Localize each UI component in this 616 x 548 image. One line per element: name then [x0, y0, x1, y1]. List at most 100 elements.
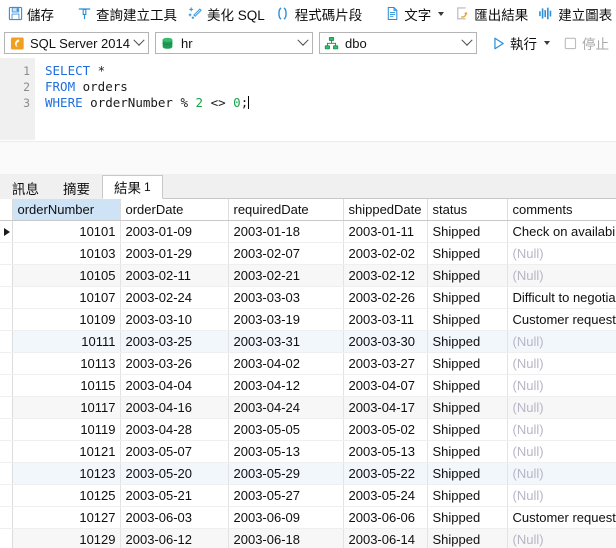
database-dropdown-icon[interactable] [294, 33, 312, 53]
code-line[interactable]: SELECT * [45, 63, 616, 79]
cell-status[interactable]: Shipped [427, 264, 508, 287]
cell-requiredDate[interactable]: 2003-05-05 [228, 418, 344, 441]
cell-requiredDate[interactable]: 2003-04-24 [228, 396, 344, 419]
row-selector-cell[interactable] [0, 396, 13, 419]
export-result-button[interactable]: 匯出結果 [449, 2, 533, 26]
column-header-comments[interactable]: comments [507, 199, 616, 221]
column-header-status[interactable]: status [427, 199, 508, 221]
cell-orderNumber[interactable]: 10109 [12, 308, 121, 331]
cell-requiredDate[interactable]: 2003-05-29 [228, 462, 344, 485]
schema-dropdown-icon[interactable] [458, 33, 476, 53]
cell-comments[interactable]: Customer requeste [507, 308, 616, 331]
cell-comments[interactable]: (Null) [507, 374, 616, 397]
cell-status[interactable]: Shipped [427, 308, 508, 331]
cell-orderNumber[interactable]: 10115 [12, 374, 121, 397]
run-chevron-down-icon[interactable] [544, 41, 550, 45]
tab-summary[interactable]: 摘要 [51, 175, 102, 199]
column-header-shippedDate[interactable]: shippedDate [343, 199, 428, 221]
cell-orderDate[interactable]: 2003-03-26 [120, 352, 229, 375]
cell-orderNumber[interactable]: 10125 [12, 484, 121, 507]
column-header-orderNumber[interactable]: orderNumber [12, 199, 121, 221]
cell-orderNumber[interactable]: 10121 [12, 440, 121, 463]
text-format-button[interactable]: 文字 [379, 2, 449, 26]
cell-orderNumber[interactable]: 10101 [12, 220, 121, 243]
cell-status[interactable]: Shipped [427, 286, 508, 309]
cell-comments[interactable]: Customer requeste [507, 506, 616, 529]
cell-orderNumber[interactable]: 10105 [12, 264, 121, 287]
cell-requiredDate[interactable]: 2003-05-13 [228, 440, 344, 463]
cell-status[interactable]: Shipped [427, 418, 508, 441]
cell-orderDate[interactable]: 2003-02-24 [120, 286, 229, 309]
cell-orderDate[interactable]: 2003-06-03 [120, 506, 229, 529]
cell-shippedDate[interactable]: 2003-05-02 [343, 418, 428, 441]
cell-shippedDate[interactable]: 2003-03-27 [343, 352, 428, 375]
cell-comments[interactable]: (Null) [507, 484, 616, 507]
cell-requiredDate[interactable]: 2003-05-27 [228, 484, 344, 507]
cell-status[interactable]: Shipped [427, 440, 508, 463]
chevron-down-icon[interactable] [438, 11, 445, 16]
cell-orderDate[interactable]: 2003-01-29 [120, 242, 229, 265]
row-selector-cell[interactable] [0, 484, 13, 507]
cell-orderNumber[interactable]: 10129 [12, 528, 121, 548]
cell-requiredDate[interactable]: 2003-02-07 [228, 242, 344, 265]
code-line[interactable]: FROM orders [45, 79, 616, 95]
cell-shippedDate[interactable]: 2003-03-11 [343, 308, 428, 331]
cell-orderNumber[interactable]: 10127 [12, 506, 121, 529]
row-selector-cell[interactable] [0, 264, 13, 287]
table-row[interactable]: 10119 2003-04-28 2003-05-05 2003-05-02 Shipp… [0, 418, 616, 441]
table-row[interactable]: 10117 2003-04-16 2003-04-24 2003-04-17 Shipp… [0, 396, 616, 419]
table-row[interactable]: 10115 2003-04-04 2003-04-12 2003-04-07 Shipp… [0, 374, 616, 397]
cell-requiredDate[interactable]: 2003-01-18 [228, 220, 344, 243]
cell-shippedDate[interactable]: 2003-02-12 [343, 264, 428, 287]
row-selector-cell[interactable] [0, 462, 13, 485]
cell-status[interactable]: Shipped [427, 220, 508, 243]
table-row[interactable]: 10121 2003-05-07 2003-05-13 2003-05-13 Shipp… [0, 440, 616, 463]
cell-shippedDate[interactable]: 2003-05-24 [343, 484, 428, 507]
cell-comments[interactable]: (Null) [507, 352, 616, 375]
cell-comments[interactable]: Difficult to negotia [507, 286, 616, 309]
cell-comments[interactable]: (Null) [507, 462, 616, 485]
sql-editor[interactable]: 123 SELECT * FROM orders WHERE orderNumber… [0, 58, 616, 141]
cell-shippedDate[interactable]: 2003-01-11 [343, 220, 428, 243]
cell-comments[interactable]: (Null) [507, 418, 616, 441]
cell-comments[interactable]: (Null) [507, 330, 616, 353]
cell-shippedDate[interactable]: 2003-05-22 [343, 462, 428, 485]
cell-orderNumber[interactable]: 10103 [12, 242, 121, 265]
cell-comments[interactable]: (Null) [507, 396, 616, 419]
table-row[interactable]: 10111 2003-03-25 2003-03-31 2003-03-30 Shipp… [0, 330, 616, 353]
connection-select[interactable]: SQL Server 2014 [4, 32, 149, 54]
column-header-requiredDate[interactable]: requiredDate [228, 199, 344, 221]
cell-orderDate[interactable]: 2003-06-12 [120, 528, 229, 548]
cell-shippedDate[interactable]: 2003-05-13 [343, 440, 428, 463]
cell-orderNumber[interactable]: 10119 [12, 418, 121, 441]
row-selector-cell[interactable] [0, 220, 13, 243]
row-selector-header[interactable] [0, 199, 13, 221]
cell-status[interactable]: Shipped [427, 242, 508, 265]
cell-shippedDate[interactable]: 2003-02-26 [343, 286, 428, 309]
cell-comments[interactable]: Check on availabili [507, 220, 616, 243]
cell-requiredDate[interactable]: 2003-03-31 [228, 330, 344, 353]
cell-orderNumber[interactable]: 10113 [12, 352, 121, 375]
cell-shippedDate[interactable]: 2003-03-30 [343, 330, 428, 353]
cell-status[interactable]: Shipped [427, 528, 508, 548]
cell-shippedDate[interactable]: 2003-02-02 [343, 242, 428, 265]
cell-orderDate[interactable]: 2003-05-20 [120, 462, 229, 485]
schema-select[interactable]: dbo [318, 32, 477, 54]
cell-comments[interactable]: (Null) [507, 242, 616, 265]
cell-comments[interactable]: (Null) [507, 440, 616, 463]
editor-result-splitter[interactable] [0, 141, 616, 174]
tab-result1[interactable]: 結果 1 [102, 175, 163, 199]
save-button[interactable]: 儲存 [2, 2, 59, 26]
cell-status[interactable]: Shipped [427, 484, 508, 507]
cell-requiredDate[interactable]: 2003-06-18 [228, 528, 344, 548]
cell-orderDate[interactable]: 2003-02-11 [120, 264, 229, 287]
row-selector-cell[interactable] [0, 506, 13, 529]
cell-orderDate[interactable]: 2003-05-21 [120, 484, 229, 507]
cell-comments[interactable]: (Null) [507, 528, 616, 548]
row-selector-cell[interactable] [0, 374, 13, 397]
cell-requiredDate[interactable]: 2003-03-19 [228, 308, 344, 331]
cell-requiredDate[interactable]: 2003-06-09 [228, 506, 344, 529]
code-snippet-button[interactable]: 程式碼片段 [270, 2, 368, 26]
cell-status[interactable]: Shipped [427, 462, 508, 485]
editor-code-area[interactable]: SELECT * FROM orders WHERE orderNumber % 2… [35, 58, 616, 140]
